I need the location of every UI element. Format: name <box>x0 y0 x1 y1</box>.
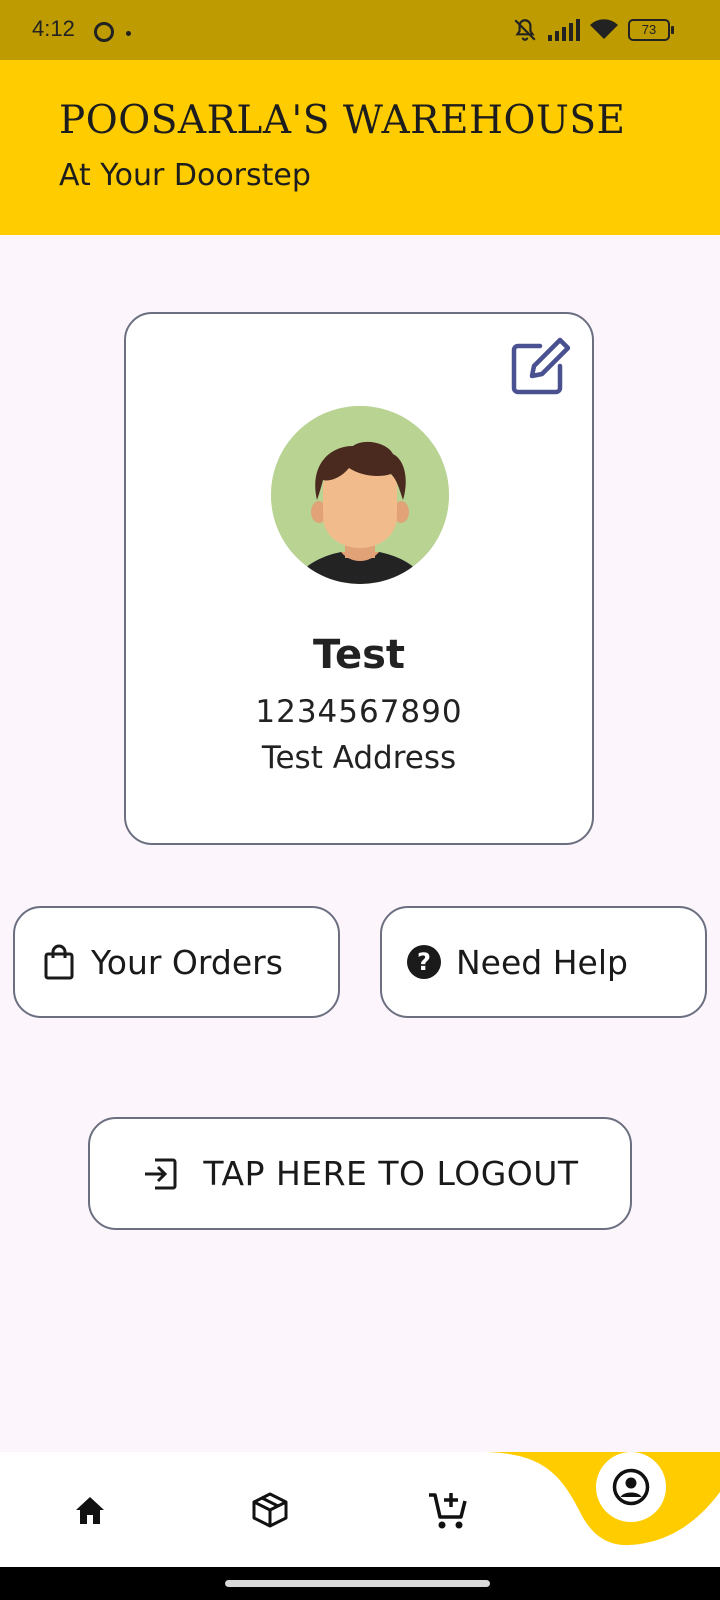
box-icon <box>252 1492 288 1528</box>
nav-products[interactable] <box>240 1480 300 1540</box>
status-time: 4:12 <box>32 16 75 41</box>
avatar-placeholder-icon <box>271 406 449 584</box>
avatar <box>271 406 449 584</box>
gesture-bar <box>0 1567 720 1600</box>
mute-icon <box>514 19 536 41</box>
nav-cart[interactable] <box>418 1480 478 1540</box>
account-icon <box>612 1468 650 1506</box>
your-orders-button[interactable]: Your Orders <box>13 906 340 1018</box>
bottom-navigation <box>0 1452 720 1567</box>
wifi-icon <box>590 19 618 39</box>
nav-home[interactable] <box>60 1480 120 1540</box>
more-notifications-dot <box>126 31 131 36</box>
logout-label: TAP HERE TO LOGOUT <box>203 1154 579 1193</box>
home-icon <box>76 1497 104 1524</box>
brand-subtitle: At Your Doorstep <box>59 158 311 193</box>
signal-icon <box>548 19 580 41</box>
notification-icon <box>94 22 114 42</box>
edit-profile-button[interactable] <box>510 336 571 396</box>
app-header: POOSARLA'S WAREHOUSE At Your Doorstep <box>0 60 720 235</box>
user-address: Test Address <box>261 740 457 776</box>
home-gesture-handle[interactable] <box>225 1580 490 1587</box>
edit-icon <box>511 337 571 395</box>
battery-indicator: 73 <box>628 19 674 41</box>
nav-account[interactable] <box>596 1452 666 1522</box>
logout-button[interactable]: TAP HERE TO LOGOUT <box>88 1117 632 1230</box>
profile-card: Test 1234567890 Test Address <box>124 312 594 845</box>
add-cart-icon <box>429 1493 467 1529</box>
svg-text:?: ? <box>417 948 431 976</box>
status-icons: 73 <box>512 16 674 44</box>
logout-icon <box>141 1154 181 1194</box>
status-bar: 4:12 73 <box>0 0 720 60</box>
user-name: Test <box>312 632 406 678</box>
shopping-bag-icon <box>41 944 77 980</box>
help-circle-icon: ? <box>406 944 442 980</box>
user-phone: 1234567890 <box>255 694 463 730</box>
your-orders-label: Your Orders <box>91 942 283 982</box>
brand-title: POOSARLA'S WAREHOUSE <box>59 98 626 143</box>
need-help-label: Need Help <box>456 942 628 982</box>
need-help-button[interactable]: ? Need Help <box>380 906 707 1018</box>
